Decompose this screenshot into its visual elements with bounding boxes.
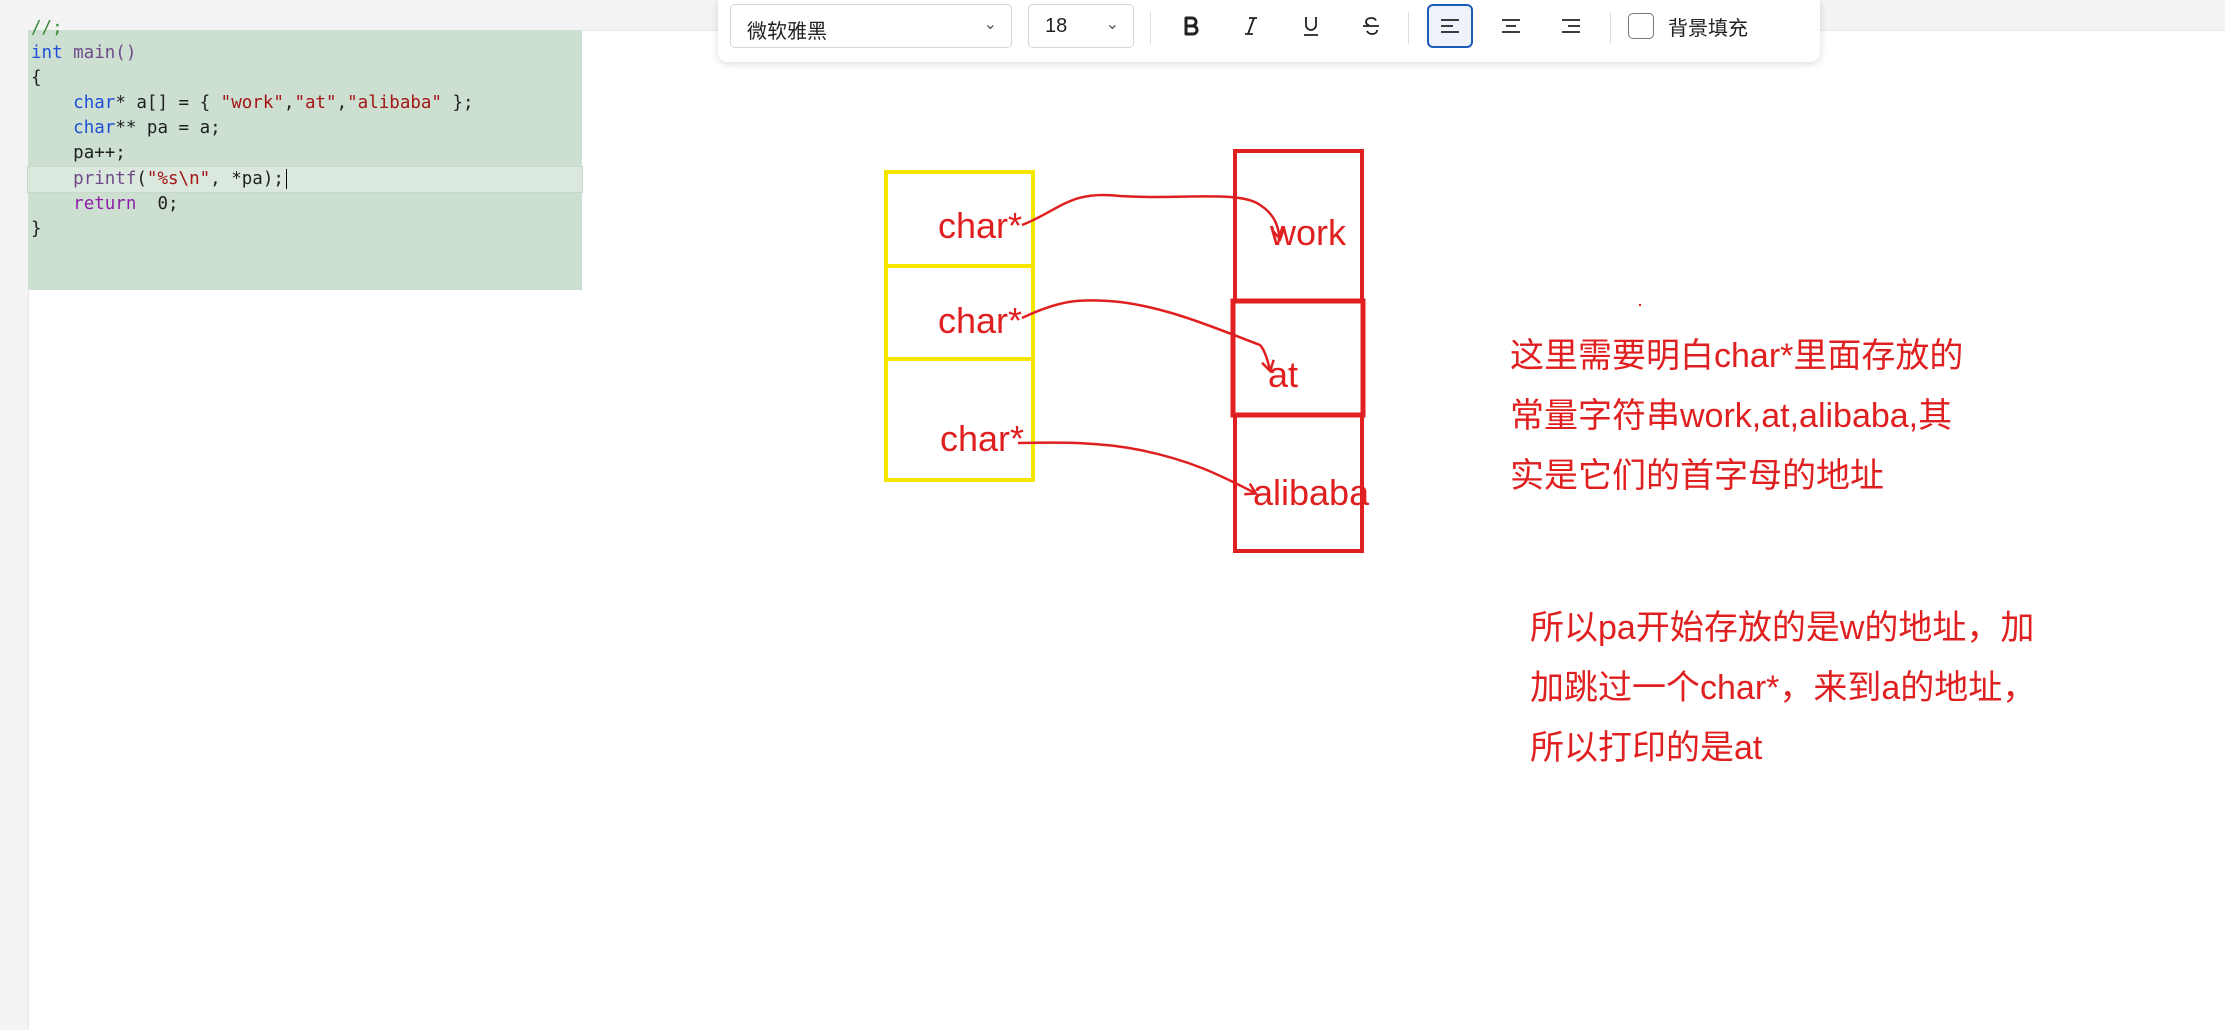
pointer-diagram <box>884 149 1642 553</box>
pointer-label-0: char* <box>938 205 1023 246</box>
pointer-label-2: char* <box>940 418 1025 459</box>
stray-dot <box>1638 303 1642 307</box>
string-label-alibaba: alibaba <box>1253 472 1370 513</box>
string-label-work: work <box>1270 212 1347 253</box>
string-label-at: at <box>1268 354 1299 395</box>
arrow-to-alibaba <box>1017 441 1255 493</box>
annotation-note-1: 这里需要明白char*里面存放的 常量字符串work,at,alibaba,其 … <box>1510 337 1964 495</box>
annotation-note-2: 所以pa开始存放的是w的地址，加 加跳过一个char*，来到a的地址， 所以打印… <box>1530 609 2037 767</box>
pointer-arrows <box>1017 193 1280 493</box>
arrow-to-work <box>1021 193 1280 238</box>
pointer-label-1: char* <box>938 300 1023 341</box>
